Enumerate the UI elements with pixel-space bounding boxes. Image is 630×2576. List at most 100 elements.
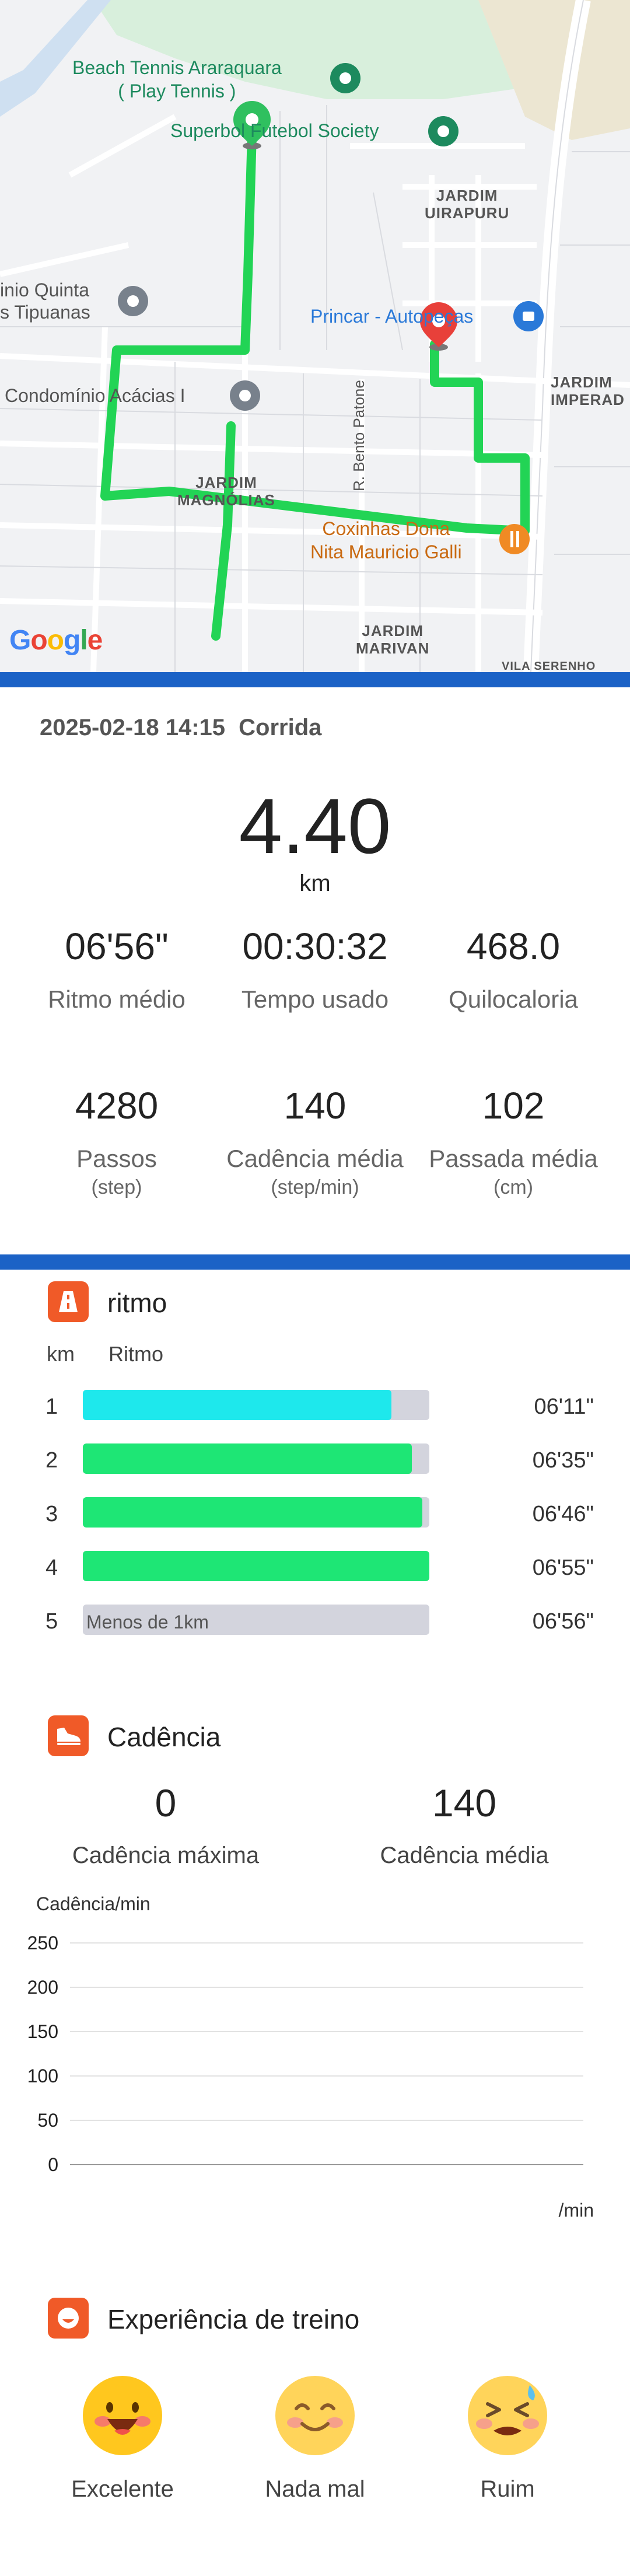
pace-bar-fill [83,1497,423,1528]
pace-bar-label: Menos de 1km [86,1612,209,1633]
pace-row-time: 06'35" [532,1448,594,1473]
map-label-jardim-magnolias: JARDIM MAGNÓLIAS [177,474,275,509]
pace-row: 1 06'11" [0,1390,630,1422]
poi-quinta-icon [118,286,148,316]
steps-unit: (step) [91,1176,142,1198]
pace-bar-fill [83,1443,412,1474]
map-label-bento-patone: R. Bento Patone [350,380,368,491]
map-label-jardim-imperador: JARDIM IMPERAD [551,373,625,408]
pace-label: Ritmo médio [48,985,186,1013]
pace-row-km: 5 [46,1609,58,1634]
pace-row: 4 06'55" [0,1551,630,1584]
poi-superbol-icon [428,116,459,146]
route-map[interactable]: Beach Tennis Araraquara ( Play Tennis ) … [0,0,630,672]
poi-condominio-icon [230,380,260,411]
map-label-condominio[interactable]: Condomínio Acácias I [5,385,186,407]
cadence-max-value: 0 [155,1781,177,1824]
divider-bar-middle [0,1254,630,1270]
pace-bar-track [83,1551,429,1581]
cadence-label: Cadência média [226,1145,404,1172]
stride-label: Passada média [429,1145,598,1172]
experience-icon [48,2298,89,2339]
cadence-y-tick: 150 [27,2021,58,2042]
stride-value: 102 [482,1085,545,1127]
google-logo: Google [9,625,103,656]
pace-row-time: 06'11" [534,1394,594,1419]
poi-coxinhas-icon [499,524,530,554]
steps-value: 4280 [75,1085,159,1127]
calories-value: 468.0 [466,925,561,967]
smile-face-icon[interactable] [274,2375,356,2456]
road-icon [48,1281,89,1322]
poi-princar-icon [513,301,544,331]
stat-time: 00:30:32 Tempo usado [210,925,420,1013]
tired-face-icon[interactable] [467,2375,548,2456]
cadence-chart-ylabel: Cadência/min [36,1893,150,1914]
pace-row-km: 4 [46,1556,58,1580]
map-label-jardim-marivan: JARDIM MARIVAN [356,622,430,657]
cadence-y-tick: 200 [27,1977,58,1998]
poi-beach-tennis-icon [330,63,360,93]
pace-bar-fill [83,1390,391,1420]
stat-pace: 06'56" Ritmo médio [12,925,222,1013]
cadence-y-tick: 0 [48,2154,58,2175]
cadence-max-stat: 0 Cadência máxima [8,1781,323,1869]
pace-row: 2 06'35" [0,1443,630,1476]
cadence-chart: 0 50 100 150 200 250 [27,1932,583,2175]
map-label-jardim-uirapuru: JARDIM UIRAPURU [425,187,510,222]
cadence-chart-xunit: /min [558,2200,594,2221]
stat-steps: 4280 Passos (step) [12,1084,222,1199]
pace-col-pace: Ritmo [108,1342,164,1366]
shoe-icon [48,1715,89,1756]
pace-row-km: 3 [46,1502,58,1526]
experience-option-nada-mal[interactable]: Nada mal [228,2476,402,2502]
experience-option-ruim[interactable]: Ruim [420,2476,595,2502]
experience-option-excellent[interactable]: Excelente [35,2476,210,2502]
pace-bar-track: Menos de 1km [83,1605,429,1635]
divider-bar-top [0,672,630,687]
pace-row-time: 06'56" [532,1609,594,1634]
pace-bar-track [83,1497,429,1528]
cadence-avg-label: Cadência média [380,1843,549,1868]
cadence-value: 140 [284,1085,346,1127]
cadence-unit: (step/min) [271,1176,359,1198]
pace-row-km: 1 [46,1394,58,1419]
pace-row: 3 06'46" [0,1497,630,1530]
excellent-face-icon[interactable] [82,2375,163,2456]
distance-value: 4.40 [239,783,391,870]
pace-col-km: km [47,1342,75,1366]
map-label-coxinhas[interactable]: Coxinhas Dona Nita Mauricio Galli [310,517,462,564]
pace-row: 5 Menos de 1km 06'56" [0,1605,630,1637]
pace-row-time: 06'55" [532,1556,594,1580]
activity-type: Corrida [239,715,322,740]
map-label-quinta[interactable]: inio Quinta s Tipuanas [0,279,90,323]
stat-stride: 102 Passada média (cm) [408,1084,618,1199]
calories-label: Quilocaloria [449,985,578,1013]
pace-section-title: ritmo [107,1288,167,1318]
activity-datetime: 2025-02-18 14:15 [40,715,226,740]
activity-header: 2025-02-18 14:15 Corrida [40,715,321,741]
cadence-avg-value: 140 [432,1781,497,1824]
stride-unit: (cm) [494,1176,533,1198]
cadence-y-tick: 50 [37,2110,58,2131]
cadence-y-tick: 250 [27,1932,58,1953]
distance-unit: km [299,871,331,896]
cadence-avg-stat: 140 Cadência média [307,1781,622,1869]
time-value: 00:30:32 [242,925,388,967]
map-label-vila-serenho: VILA SERENHO [502,660,596,672]
map-label-princar[interactable]: Princar - Autopeças [310,306,473,327]
pace-bar-track [83,1443,429,1474]
pace-row-km: 2 [46,1448,58,1473]
pace-value: 06'56" [65,925,169,967]
stat-cadence: 140 Cadência média (step/min) [210,1084,420,1199]
pace-row-time: 06'46" [532,1502,594,1526]
cadence-section-title: Cadência [107,1722,221,1752]
experience-section-title: Experiência de treino [107,2304,360,2334]
pace-bar-track [83,1390,429,1420]
map-label-beach-tennis[interactable]: Beach Tennis Araraquara ( Play Tennis ) [72,56,282,103]
pace-bar-fill [83,1551,429,1581]
cadence-y-tick: 100 [27,2065,58,2086]
map-label-superbol[interactable]: Superbol Futebol Society [170,120,379,142]
stat-calories: 468.0 Quilocaloria [408,925,618,1013]
time-label: Tempo usado [241,985,389,1013]
